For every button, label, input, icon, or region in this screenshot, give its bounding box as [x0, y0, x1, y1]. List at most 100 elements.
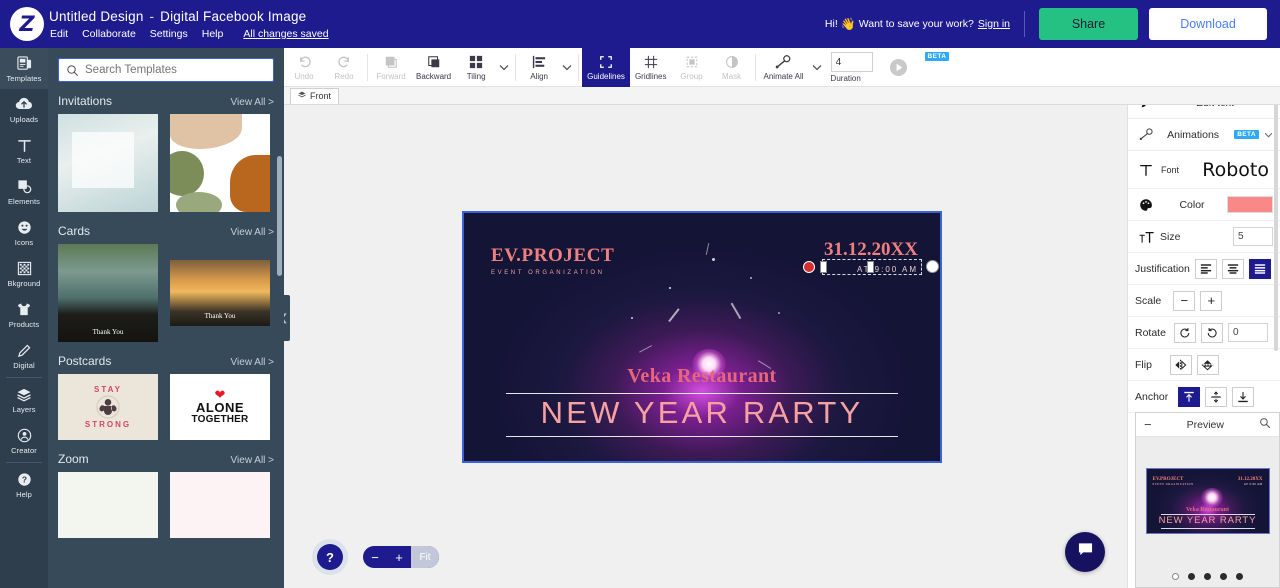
properties-scrollbar[interactable]	[1274, 91, 1278, 351]
duration-input[interactable]	[830, 51, 873, 72]
menu-settings[interactable]: Settings	[150, 28, 188, 40]
rotate-cw-button[interactable]	[1200, 322, 1223, 343]
rotate-ccw-button[interactable]	[1173, 322, 1196, 343]
template-thumb[interactable]: ❤ ALONE TOGETHER	[170, 374, 270, 440]
flip-vertical-button[interactable]	[1196, 354, 1219, 375]
undo-button[interactable]: Undo	[284, 48, 324, 87]
scale-down-button[interactable]: −	[1173, 290, 1196, 311]
menu-collaborate[interactable]: Collaborate	[82, 28, 136, 40]
font-value[interactable]: Roboto	[1202, 159, 1273, 181]
animations-chevron-down-icon[interactable]	[1264, 129, 1273, 141]
document-name[interactable]: Untitled Design	[49, 9, 144, 24]
section-title-cards: Cards	[58, 224, 91, 238]
view-all-postcards[interactable]: View All >	[231, 357, 274, 368]
view-all-cards[interactable]: View All >	[231, 227, 274, 238]
prop-font[interactable]: Font Roboto	[1128, 151, 1280, 189]
template-thumb[interactable]: Thank You	[58, 244, 158, 342]
preview-dot[interactable]	[1220, 572, 1227, 580]
animate-chevron-down-icon[interactable]	[809, 48, 825, 87]
share-button[interactable]: Share	[1039, 8, 1138, 40]
sidebar-item-creator[interactable]: Creator	[0, 420, 48, 461]
forward-button[interactable]: Forward	[371, 48, 411, 87]
sidebar-item-elements[interactable]: Elements	[0, 171, 48, 212]
design-brand[interactable]: EV.PROJECT EVENT ORGANIZATION	[491, 245, 614, 276]
preview-search-button[interactable]	[1259, 416, 1271, 434]
design-brand-sub: EVENT ORGANIZATION	[491, 270, 605, 276]
preview-dot[interactable]	[1188, 572, 1195, 580]
preview-dot[interactable]	[1236, 572, 1243, 580]
template-thumb[interactable]	[58, 114, 158, 212]
search-input[interactable]	[85, 64, 265, 76]
size-input[interactable]	[1233, 227, 1273, 246]
color-swatch[interactable]	[1227, 196, 1273, 213]
play-button[interactable]	[879, 48, 919, 87]
gridlines-button[interactable]: Gridlines	[630, 48, 672, 87]
template-thumb[interactable]	[170, 472, 270, 538]
search-box[interactable]	[58, 58, 274, 82]
rotate-input[interactable]	[1227, 323, 1268, 342]
guidelines-button[interactable]: Guidelines	[582, 47, 630, 87]
menu-help[interactable]: Help	[202, 28, 224, 40]
chat-fab-button[interactable]	[1065, 532, 1105, 572]
templates-scroll[interactable]: Invitations View All > Cards View All > …	[48, 90, 284, 588]
save-status[interactable]: All changes saved	[243, 28, 328, 40]
justify-center-button[interactable]	[1221, 258, 1244, 279]
zoom-in-button[interactable]: +	[387, 546, 411, 568]
sidebar-item-templates[interactable]: Templates	[0, 48, 48, 89]
template-thumb[interactable]	[58, 472, 158, 538]
templates-scrollbar[interactable]	[277, 156, 282, 276]
sidebar-item-layers[interactable]: Layers	[0, 379, 48, 420]
template-thumb[interactable]: STAY STRONG	[58, 374, 158, 440]
zoom-out-button[interactable]: −	[363, 546, 387, 568]
sidebar-item-help[interactable]: ? Help	[0, 464, 48, 505]
justify-full-button[interactable]	[1248, 258, 1271, 279]
zoom-fit-button[interactable]: Fit	[411, 546, 439, 568]
justify-left-button[interactable]	[1194, 258, 1217, 279]
anchor-bottom-button[interactable]	[1232, 386, 1255, 407]
sidebar-item-uploads[interactable]: Uploads	[0, 89, 48, 130]
canvas-area[interactable]: ❮ EV.PROJECT EVENT ORGANIZATION 31.12.20…	[278, 105, 1127, 588]
anchor-middle-button[interactable]	[1205, 386, 1228, 407]
view-all-invitations[interactable]: View All >	[231, 97, 274, 108]
tiling-chevron-down-icon[interactable]	[496, 48, 512, 87]
preview-minimize-button[interactable]: −	[1144, 418, 1152, 431]
template-thumb[interactable]	[170, 114, 270, 212]
view-all-zoom[interactable]: View All >	[231, 455, 274, 466]
sidebar-item-text[interactable]: Text	[0, 130, 48, 171]
app-logo[interactable]: Z	[10, 7, 44, 41]
tiling-button[interactable]: Tiling	[456, 48, 496, 87]
sidebar-item-icons[interactable]: Icons	[0, 212, 48, 253]
design-headline-block[interactable]: Veka Restaurant NEW YEAR RARTY	[464, 365, 940, 437]
redo-button[interactable]: Redo	[324, 48, 364, 87]
download-button[interactable]: Download	[1149, 8, 1267, 40]
layer-tab-front[interactable]: Front	[290, 87, 340, 104]
preview-dot[interactable]	[1172, 572, 1179, 580]
group-button[interactable]: Group	[672, 48, 712, 87]
prop-size[interactable]: Size	[1128, 221, 1280, 253]
prop-color[interactable]: Color	[1128, 189, 1280, 221]
resize-handle-mid[interactable]	[867, 261, 874, 273]
anchor-top-button[interactable]	[1178, 386, 1201, 407]
sidebar-item-background[interactable]: Bkground	[0, 253, 48, 294]
mask-button[interactable]: Mask	[712, 48, 752, 87]
backward-button[interactable]: Backward	[411, 48, 456, 87]
help-fab-button[interactable]: ?	[317, 544, 343, 570]
prop-animations[interactable]: Animations BETA	[1128, 119, 1280, 151]
rotate-handle[interactable]	[803, 261, 815, 273]
sidebar-item-products[interactable]: Products	[0, 294, 48, 335]
align-chevron-down-icon[interactable]	[559, 48, 575, 87]
menu-edit[interactable]: Edit	[50, 28, 68, 40]
align-button[interactable]: Align	[519, 48, 559, 87]
animate-all-button[interactable]: Animate All	[759, 48, 809, 87]
sidebar-item-digital[interactable]: Digital	[0, 335, 48, 376]
selection-box[interactable]	[803, 259, 939, 275]
preview-thumbnail[interactable]: EV.PROJECT EVENT ORGANIZATION 31.12.20XX…	[1145, 468, 1270, 534]
flip-horizontal-button[interactable]	[1169, 354, 1192, 375]
template-thumb[interactable]: Thank You	[170, 260, 270, 326]
signin-link[interactable]: Sign in	[978, 18, 1010, 30]
resize-handle-left[interactable]	[820, 261, 827, 273]
duration-handle[interactable]	[926, 260, 939, 273]
scale-up-button[interactable]: +	[1200, 290, 1223, 311]
preview-dot[interactable]	[1204, 572, 1211, 580]
design-canvas[interactable]: EV.PROJECT EVENT ORGANIZATION 31.12.20XX…	[462, 211, 942, 463]
